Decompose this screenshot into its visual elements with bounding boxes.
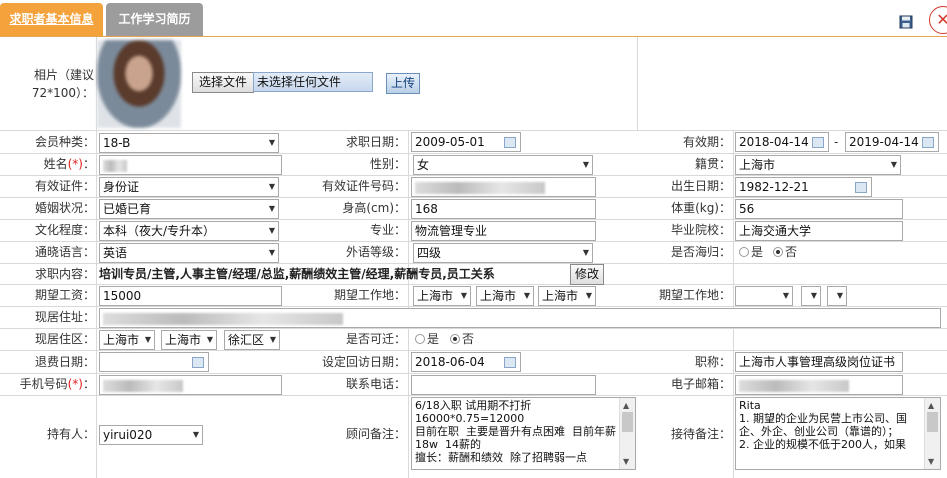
native-place-select[interactable]: 上海市 bbox=[735, 155, 901, 175]
calendar-icon[interactable] bbox=[812, 137, 824, 148]
radio-checked-icon bbox=[773, 247, 783, 257]
weight-label: 体重(kg)： bbox=[671, 201, 731, 215]
calendar-icon[interactable] bbox=[504, 137, 516, 148]
job-content-value: 培训专员/主管,人事主管/经理/总监,薪酬绩效主管/经理,薪酬专员,员工关系 bbox=[99, 267, 495, 281]
marital-label: 婚姻状况： bbox=[34, 201, 95, 215]
radio-icon bbox=[415, 334, 425, 344]
education-select[interactable]: 本科（夜大/专升本） bbox=[99, 221, 279, 241]
language-select[interactable]: 英语 bbox=[99, 243, 279, 263]
revisit-date-input[interactable]: 2018-06-04 bbox=[411, 352, 521, 372]
required-mark: (*) bbox=[67, 377, 83, 391]
id-type-label: 有效证件： bbox=[34, 179, 95, 193]
id-number-label: 有效证件号码： bbox=[321, 179, 406, 193]
member-type-select[interactable]: 18-B bbox=[99, 133, 279, 153]
professional-title-input[interactable]: 上海市人事管理高级岗位证书 bbox=[735, 352, 903, 372]
revisit-date-label: 设定回访日期： bbox=[321, 355, 406, 369]
file-name-field: 未选择任何文件 bbox=[253, 72, 373, 92]
edit-job-content-button[interactable]: 修改 bbox=[570, 264, 604, 285]
phone-input[interactable] bbox=[411, 375, 596, 395]
gender-label: 性别： bbox=[369, 157, 406, 171]
relocate-no-radio[interactable]: 否 bbox=[450, 330, 474, 348]
valid-to-input[interactable]: 2019-04-14 bbox=[845, 132, 939, 152]
refund-date-label: 退费日期： bbox=[34, 355, 95, 369]
marital-select[interactable]: 已婚已育 bbox=[99, 199, 279, 219]
professional-title-label: 职称： bbox=[694, 355, 731, 369]
residence-city-select[interactable]: 上海市 bbox=[161, 330, 217, 350]
height-label: 身高(cm)： bbox=[342, 201, 406, 215]
major-input[interactable]: 物流管理专业 bbox=[411, 221, 596, 241]
salary-input[interactable]: 15000 bbox=[99, 286, 282, 306]
name-input[interactable] bbox=[99, 155, 282, 175]
work-place-2-province-select[interactable] bbox=[735, 286, 793, 306]
id-number-input[interactable] bbox=[411, 177, 596, 197]
native-place-label: 籍贯： bbox=[694, 157, 731, 171]
reception-note-label: 接待备注： bbox=[670, 427, 731, 441]
valid-from-input[interactable]: 2018-04-14 bbox=[735, 132, 829, 152]
relocate-yes-radio[interactable]: 是 bbox=[415, 330, 439, 348]
major-label: 专业： bbox=[369, 223, 406, 237]
work-place-province-select[interactable]: 上海市 bbox=[413, 286, 471, 306]
residence-district-select[interactable]: 徐汇区 bbox=[224, 330, 280, 350]
salary-label: 期望工资： bbox=[34, 288, 95, 302]
radio-icon bbox=[739, 247, 749, 257]
returnee-yes-radio[interactable]: 是 bbox=[739, 243, 763, 261]
school-input[interactable]: 上海交通大学 bbox=[735, 221, 903, 241]
valid-period-label: 有效期： bbox=[682, 135, 731, 149]
gender-select[interactable]: 女 bbox=[413, 155, 593, 175]
address-input[interactable] bbox=[99, 308, 941, 328]
work-place-district-select[interactable]: 上海市 bbox=[538, 286, 596, 306]
calendar-icon[interactable] bbox=[855, 182, 867, 193]
holder-select[interactable]: yirui020 bbox=[99, 425, 203, 445]
consultant-note-label: 顾问备注： bbox=[345, 427, 406, 441]
refund-date-input[interactable] bbox=[99, 352, 209, 372]
work-place-city-select[interactable]: 上海市 bbox=[476, 286, 534, 306]
residence-area-label: 现居住区： bbox=[34, 332, 95, 346]
calendar-icon[interactable] bbox=[922, 137, 934, 148]
id-type-select[interactable]: 身份证 bbox=[99, 177, 279, 197]
radio-checked-icon bbox=[450, 334, 460, 344]
scrollbar[interactable] bbox=[924, 398, 940, 469]
calendar-icon[interactable] bbox=[504, 357, 516, 368]
scrollbar[interactable] bbox=[619, 398, 635, 469]
returnee-label: 是否海归： bbox=[670, 245, 731, 259]
consultant-note-textarea[interactable]: 6/18入职 试用期不打折 16000*0.75=12000 目前在职 主要是晋… bbox=[411, 397, 636, 470]
job-content-label: 求职内容： bbox=[34, 267, 95, 281]
address-label: 现居住址： bbox=[34, 310, 95, 324]
phone-label: 联系电话： bbox=[345, 377, 406, 391]
holder-label: 持有人： bbox=[46, 427, 95, 441]
apply-date-input[interactable]: 2009-05-01 bbox=[411, 132, 521, 152]
apply-date-label: 求职日期： bbox=[345, 135, 406, 149]
height-input[interactable]: 168 bbox=[411, 199, 596, 219]
upload-button[interactable]: 上传 bbox=[386, 73, 420, 94]
work-place-label: 期望工作地： bbox=[333, 288, 406, 302]
name-label: 姓名(*)： bbox=[43, 157, 95, 171]
language-level-label: 外语等级： bbox=[345, 245, 406, 259]
mobile-input[interactable] bbox=[99, 375, 282, 395]
language-level-select[interactable]: 四级 bbox=[413, 243, 593, 263]
valid-separator: - bbox=[834, 135, 839, 149]
work-place-2-district-select[interactable] bbox=[827, 286, 847, 306]
profile-photo bbox=[97, 40, 181, 128]
residence-province-select[interactable]: 上海市 bbox=[99, 330, 155, 350]
mobile-label: 手机号码(*)： bbox=[19, 377, 95, 391]
member-type-label: 会员种类： bbox=[34, 135, 95, 149]
photo-label: 相片（建议72*100）： bbox=[31, 68, 94, 100]
language-label: 通晓语言： bbox=[34, 245, 95, 259]
reception-note-textarea[interactable]: Rita 1. 期望的企业为民营上市公司、国企、外企、创业公司（靠谱的）； 2.… bbox=[735, 397, 941, 470]
school-label: 毕业院校： bbox=[670, 223, 731, 237]
email-input[interactable] bbox=[735, 375, 903, 395]
returnee-no-radio[interactable]: 否 bbox=[773, 243, 797, 261]
education-label: 文化程度： bbox=[34, 223, 95, 237]
required-mark: (*) bbox=[67, 157, 83, 171]
email-label: 电子邮箱： bbox=[670, 377, 731, 391]
weight-input[interactable]: 56 bbox=[735, 199, 903, 219]
choose-file-button[interactable]: 选择文件 bbox=[192, 72, 254, 93]
relocate-label: 是否可迁： bbox=[345, 332, 406, 346]
birth-date-label: 出生日期： bbox=[670, 179, 731, 193]
birth-date-input[interactable]: 1982-12-21 bbox=[735, 177, 872, 197]
work-place-2-city-select[interactable] bbox=[801, 286, 821, 306]
work-place-2-label: 期望工作地： bbox=[658, 288, 731, 302]
calendar-icon[interactable] bbox=[192, 357, 204, 368]
